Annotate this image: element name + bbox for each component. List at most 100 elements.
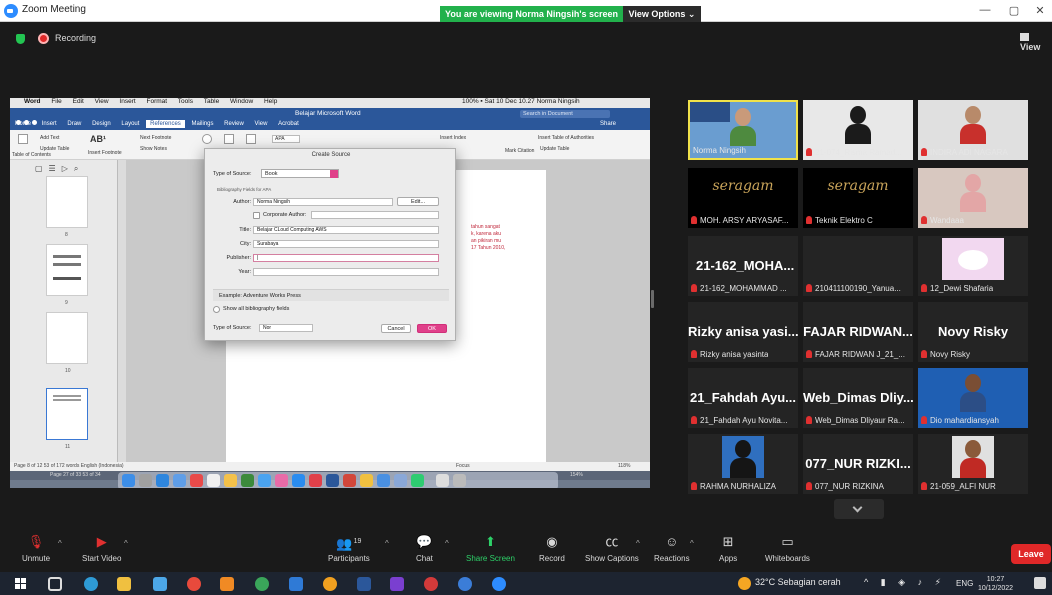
next-page-button[interactable] (834, 499, 884, 519)
apps-button[interactable]: ⊞ Apps (719, 535, 737, 564)
participant-video (960, 174, 986, 212)
tab-acrobat: Acrobat (278, 121, 299, 127)
edge-icon[interactable] (84, 577, 98, 591)
opera-icon[interactable] (323, 577, 337, 591)
participant-tile[interactable]: 21-162_MOHA... 21-162_MOHAMMAD ... (688, 236, 798, 296)
muted-mic-icon (691, 284, 697, 292)
participant-count: 19 (353, 538, 362, 545)
chat-caret[interactable]: ^ (445, 539, 449, 548)
participant-tile[interactable]: 21-059_ALFI NUR (918, 434, 1028, 494)
office-icon[interactable] (220, 577, 234, 591)
muted-mic-icon (691, 350, 697, 358)
maximize-button[interactable]: ▢ (1002, 4, 1026, 17)
close-button[interactable]: ✕ (1028, 4, 1052, 17)
participant-tile[interactable]: Rizky anisa yasi... Rizky anisa yasinta (688, 302, 798, 362)
maps-icon (241, 474, 254, 487)
whiteboards-button[interactable]: ▭ Whiteboards (765, 535, 810, 564)
start-video-button[interactable]: ▶ Start Video (82, 535, 121, 564)
tag-label: Type of Source: (213, 325, 252, 331)
participant-tile[interactable]: 21_Fahdah Ayu... 21_Fahdah Ayu Novita... (688, 368, 798, 428)
participant-tile[interactable]: 12_Dewi Shafaria (918, 236, 1028, 296)
seragam-logo: seragam (712, 178, 774, 194)
participant-big-name: Web_Dimas Dliy... (803, 390, 913, 405)
participant-tile[interactable]: FAJAR RIDWAN... FAJAR RIDWAN J_21_... (803, 302, 913, 362)
muted-mic-icon (921, 148, 927, 156)
app-taskbar-icon[interactable] (390, 577, 404, 591)
task-view-icon[interactable] (48, 577, 62, 591)
participant-tile[interactable]: Novy Risky Novy Risky (918, 302, 1028, 362)
system-tray-icons[interactable]: ^ ▮ ◈ ♪ ⚡ (864, 577, 946, 588)
show-captions-button[interactable]: ㏄ Show Captions (585, 534, 639, 564)
city-label: City: (240, 241, 251, 247)
dialog-title: Create Source (311, 152, 351, 158)
participants-button[interactable]: 👥19 Participants (328, 535, 370, 564)
mic-muted-icon: 🎙 (27, 534, 45, 549)
participant-video (730, 440, 756, 478)
share-screen-button[interactable]: ⬆ Share Screen (466, 535, 515, 564)
captions-icon: ㏄ (605, 534, 619, 549)
navigation-pane: ▢☰▷⌕ 8 9 10 11 (10, 160, 118, 462)
participant-name: RAHMA NURHALIZA (700, 482, 777, 491)
taskbar-clock[interactable]: 10:27 10/12/2022 (978, 575, 1013, 593)
chrome-icon[interactable] (187, 577, 201, 591)
recording-label: Recording (55, 33, 97, 43)
video-options-caret[interactable]: ^ (124, 539, 128, 548)
participant-tile[interactable]: RAHMA NURHALIZA (688, 434, 798, 494)
word-taskbar-icon[interactable] (357, 577, 371, 591)
audio-options-caret[interactable]: ^ (58, 539, 62, 548)
unmute-button[interactable]: 🎙 Unmute (22, 534, 50, 564)
word-icon (326, 474, 339, 487)
viewing-banner: You are viewing Norma Ningsih's screen (440, 6, 623, 22)
whatsapp-taskbar-icon[interactable] (255, 577, 269, 591)
pen-app-icon[interactable] (153, 577, 167, 591)
participant-tile[interactable]: Norma Ningsih (688, 100, 798, 160)
participant-name: Rizky anisa yasinta (700, 350, 769, 359)
participant-name: 21-162_MOHAMMAD ... (700, 284, 787, 293)
city-field: Surabaya (253, 240, 439, 248)
toc-icon (18, 134, 28, 144)
minimize-button[interactable]: — (973, 4, 997, 16)
zoom-taskbar-icon[interactable] (492, 577, 506, 591)
menubar-status: 100% ▪ Sat 10 Dec 10.27 Norma Ningsih (462, 98, 580, 105)
participant-tile[interactable]: Web_Dimas Dliy... Web_Dimas Dliyaur Ra..… (803, 368, 913, 428)
menu-tools: Tools (177, 98, 193, 105)
language-indicator[interactable]: ENG (956, 579, 973, 588)
recorder-taskbar-icon[interactable] (424, 577, 438, 591)
search-citation-icon (202, 134, 212, 144)
focus-label: Focus (456, 463, 470, 469)
muted-mic-icon (921, 216, 927, 224)
finder-icon (122, 474, 135, 487)
participant-tile[interactable]: seragam Teknik Elektro C (803, 168, 913, 228)
captions-caret[interactable]: ^ (636, 539, 640, 548)
participant-tile[interactable]: 210411100190_Yanua... (803, 236, 913, 296)
file-explorer-icon[interactable] (117, 577, 131, 591)
participant-tile[interactable]: 077_NUR RIZKI... 077_NUR RIZKINA (803, 434, 913, 494)
participant-tile[interactable]: Dio mahardiansyah (918, 368, 1028, 428)
zoom-level: 118% (618, 463, 631, 469)
vscode-icon[interactable] (289, 577, 303, 591)
participant-tile[interactable]: 21-074_Risma Ramad... (803, 100, 913, 160)
leave-button[interactable]: Leave (1011, 544, 1051, 564)
participant-tile[interactable]: seragam MOH. ARSY ARYASAF... (688, 168, 798, 228)
security-shield-icon[interactable] (16, 34, 25, 44)
windows-start-icon[interactable] (15, 578, 27, 590)
participants-caret[interactable]: ^ (385, 539, 389, 548)
view-button[interactable]: View (1020, 32, 1052, 52)
participant-tile[interactable]: Wandaaa (918, 168, 1028, 228)
chat-button[interactable]: 💬 Chat (416, 535, 433, 564)
menu-word: Word (24, 98, 41, 105)
record-button[interactable]: ◉ Record (539, 535, 565, 564)
participant-tile[interactable]: INDIRA ADI NAGARA (918, 100, 1028, 160)
reactions-button[interactable]: ☺ Reactions (654, 535, 690, 564)
participant-big-name: 21_Fahdah Ayu... (690, 390, 796, 405)
panel-splitter-handle[interactable] (651, 290, 654, 308)
toc-label: Table of Contents (12, 152, 51, 158)
participant-name: 210411100190_Yanua... (815, 284, 901, 293)
view-options-button[interactable]: View Options ⌄ (623, 6, 701, 22)
participant-name: FAJAR RIDWAN J_21_... (815, 350, 905, 359)
corporate-author-label: Corporate Author: (263, 212, 307, 218)
chrome-profile-icon[interactable] (458, 577, 472, 591)
participant-big-name: 077_NUR RIZKI... (805, 456, 911, 471)
notifications-icon[interactable] (1034, 577, 1046, 589)
reactions-caret[interactable]: ^ (690, 539, 694, 548)
